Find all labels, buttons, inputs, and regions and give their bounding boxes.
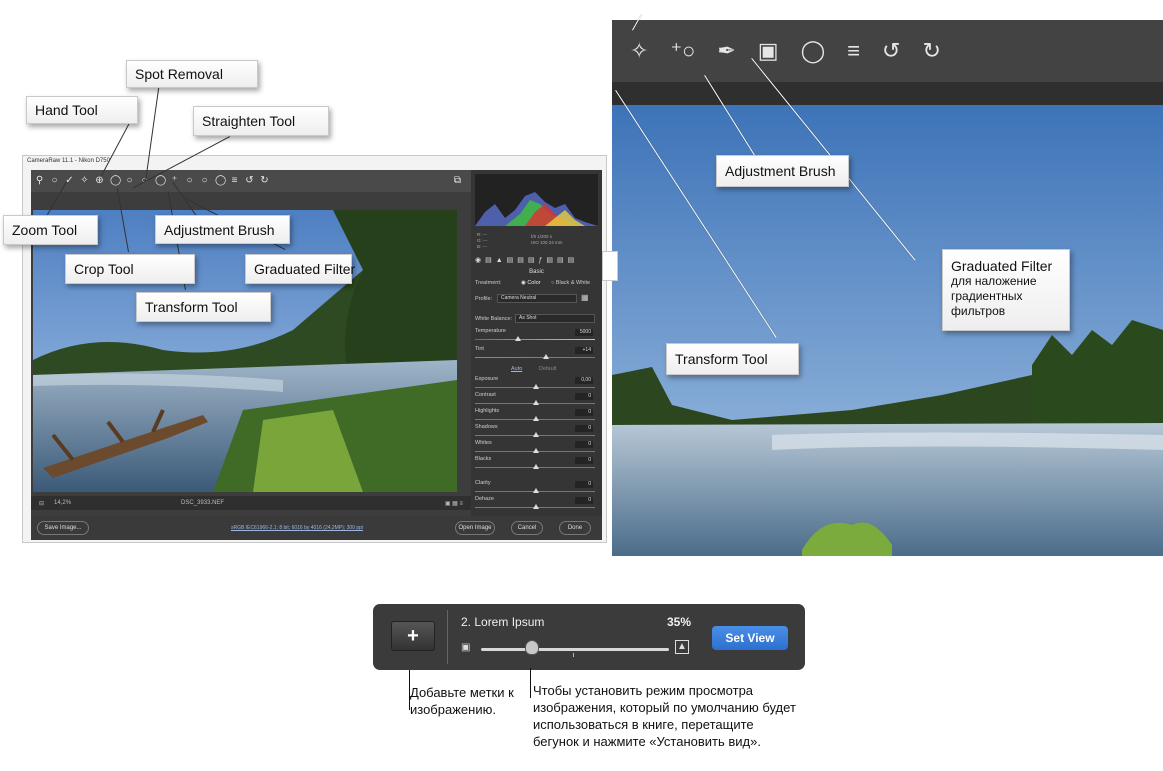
annotation-add-marks: Добавьте метки к изображению. <box>410 685 514 717</box>
graduated-filter-icon[interactable]: ○ <box>200 170 209 192</box>
rotate-right-icon[interactable]: ↻ <box>260 170 269 192</box>
cancel-button[interactable]: Cancel <box>511 521 543 535</box>
zoomed-landscape-photo <box>612 105 1163 556</box>
callout-hand-tool: Hand Tool <box>26 96 138 124</box>
radial-filter-icon[interactable]: ◯ <box>801 20 826 82</box>
rgb-readout: R: --- G: --- B: --- <box>477 232 488 249</box>
blacks-slider[interactable]: Blacks 0 <box>475 456 595 472</box>
treatment-color-radio[interactable]: ◉ Color <box>521 280 540 286</box>
divider <box>447 610 448 664</box>
workflow-options-link[interactable]: sRGB IEC61966-2.1; 8 bit; 6016 by 4016 (… <box>231 525 363 531</box>
treatment-label: Treatment: <box>475 280 502 286</box>
color-sampler-tool-icon[interactable]: ✧ <box>80 170 89 192</box>
dehaze-slider[interactable]: Dehaze 0 <box>475 496 595 512</box>
adjustment-brush-icon[interactable]: ○ <box>185 170 194 192</box>
histogram <box>475 174 598 226</box>
whites-slider[interactable]: Whites 0 <box>475 440 595 456</box>
view-mode-icon[interactable]: ▣ ▦ ≡ <box>445 500 463 507</box>
slider-tick <box>573 653 574 657</box>
open-image-button[interactable]: Open Image <box>455 521 495 535</box>
default-link[interactable]: Default <box>539 366 556 372</box>
fullscreen-icon[interactable]: ⧉ <box>453 170 462 192</box>
temperature-slider[interactable]: Temperature 5000 <box>475 328 595 344</box>
radial-filter-icon[interactable]: ◯ <box>215 170 226 192</box>
bookmark-bar: + 2. Lorem Ipsum 35% ▣ ▲ Set View <box>373 604 805 670</box>
large-image-icon: ▲ <box>675 640 689 654</box>
add-bookmark-button[interactable]: + <box>391 621 435 651</box>
zoom-level[interactable]: 14,2% <box>54 500 71 506</box>
annotation-set-view: Чтобы установить режим просмотра изображ… <box>533 683 796 749</box>
profile-browser-icon[interactable]: ▦ <box>581 293 589 302</box>
zoom-top-strip <box>612 0 1163 20</box>
file-name: DSC_3933.NEF <box>181 500 225 506</box>
spot-removal-icon[interactable]: ⁺○ <box>670 20 695 82</box>
callout-adjustment-brush-zoomed: Adjustment Brush <box>716 155 849 187</box>
rotate-left-icon[interactable]: ↺ <box>882 20 900 82</box>
callout-edge <box>602 251 618 281</box>
callout-straighten-tool: Straighten Tool <box>193 106 329 136</box>
zoom-out-icon[interactable]: ⊟ <box>39 500 44 507</box>
camera-raw-workspace: ⚲ ○ ✓ ✧ ⊕ ◯ ○ ○ ◯ ⁺ ○ ○ ◯ ≡ ↺ ↻ ⧉ <box>31 170 602 540</box>
panel-tabs[interactable]: ◉▤▲▤▤▤ƒ▤▤▤ <box>475 256 598 266</box>
tint-slider[interactable]: Tint +14 <box>475 346 595 362</box>
contrast-slider[interactable]: Contrast 0 <box>475 392 595 408</box>
exposure-slider[interactable]: Exposure 0,00 <box>475 376 595 392</box>
zoom-slider-handle[interactable] <box>524 640 539 655</box>
callout-spot-removal: Spot Removal <box>126 60 258 88</box>
dialog-footer: Save Image... sRGB IEC61966-2.1; 8 bit; … <box>31 516 602 540</box>
callout-graduated-filter: Graduated Filter <box>245 254 355 284</box>
adjustment-brush-icon[interactable]: ✒ <box>717 20 735 82</box>
image-preview <box>33 210 457 492</box>
pointer-line <box>530 668 531 698</box>
zoom-tool-icon[interactable]: ⚲ <box>35 170 44 192</box>
bookmark-title: 2. Lorem Ipsum <box>461 615 545 629</box>
zoomed-tool-bar: ✧ ⁺○ ✒ ▣ ◯ ≡ ↺ ↻ <box>612 20 1163 82</box>
panel-section-title: Basic <box>529 269 544 275</box>
hand-tool-icon[interactable]: ○ <box>50 170 59 192</box>
zoomed-detail: ✧ ⁺○ ✒ ▣ ◯ ≡ ↺ ↻ <box>612 0 1163 556</box>
zoomed-image <box>612 105 1163 556</box>
zoom-slider-track[interactable] <box>481 648 669 651</box>
camera-info: f/8 1/200 s ISO 100 24 mm <box>531 234 563 245</box>
shadows-slider[interactable]: Shadows 0 <box>475 424 595 440</box>
callout-transform-tool: Transform Tool <box>136 292 271 322</box>
clarity-slider[interactable]: Clarity 0 <box>475 480 595 496</box>
small-image-icon: ▣ <box>461 642 471 653</box>
adjustment-panel: R: --- G: --- B: --- f/8 1/200 s ISO 100… <box>471 170 602 516</box>
set-view-button[interactable]: Set View <box>712 626 788 650</box>
rotate-left-icon[interactable]: ↺ <box>245 170 254 192</box>
zoom-percent: 35% <box>667 615 692 629</box>
callout-zoom-tool: Zoom Tool <box>3 215 98 245</box>
auto-link[interactable]: Auto <box>511 366 522 372</box>
preferences-icon[interactable]: ≡ <box>230 170 239 192</box>
callout-graduated-filter-title: Graduated Filter <box>951 258 1053 274</box>
status-bar: ⊟ 14,2% DSC_3933.NEF ▣ ▦ ≡ <box>31 496 471 510</box>
callout-graduated-filter-zoomed: Graduated Filter для наложение градиентн… <box>942 249 1070 331</box>
callout-crop-tool: Crop Tool <box>65 254 195 284</box>
graduated-filter-icon[interactable]: ▣ <box>758 20 779 82</box>
window-title: CameraRaw 11.1 - Nikon D750 <box>27 158 110 164</box>
save-image-button[interactable]: Save Image... <box>37 521 89 535</box>
highlights-slider[interactable]: Highlights 0 <box>475 408 595 424</box>
treatment-bw-radio[interactable]: ○ Black & White <box>551 280 590 286</box>
white-balance-select[interactable]: As Shot <box>515 314 595 323</box>
white-balance-label: White Balance: <box>475 316 512 322</box>
profile-label: Profile: <box>475 296 493 302</box>
landscape-photo <box>33 210 457 492</box>
callout-graduated-filter-desc: для наложение градиентных фильтров <box>951 274 1037 318</box>
preferences-icon[interactable]: ≡ <box>847 20 860 82</box>
zoom-gap <box>612 82 1163 105</box>
callout-transform-tool-zoomed: Transform Tool <box>666 343 799 375</box>
profile-select[interactable]: Camera Neutral <box>497 294 577 303</box>
rotate-right-icon[interactable]: ↻ <box>922 20 940 82</box>
callout-adjustment-brush: Adjustment Brush <box>155 215 290 244</box>
camera-raw-window: CameraRaw 11.1 - Nikon D750 ⚲ ○ ✓ ✧ ⊕ ◯ … <box>22 155 607 543</box>
done-button[interactable]: Done <box>559 521 591 535</box>
